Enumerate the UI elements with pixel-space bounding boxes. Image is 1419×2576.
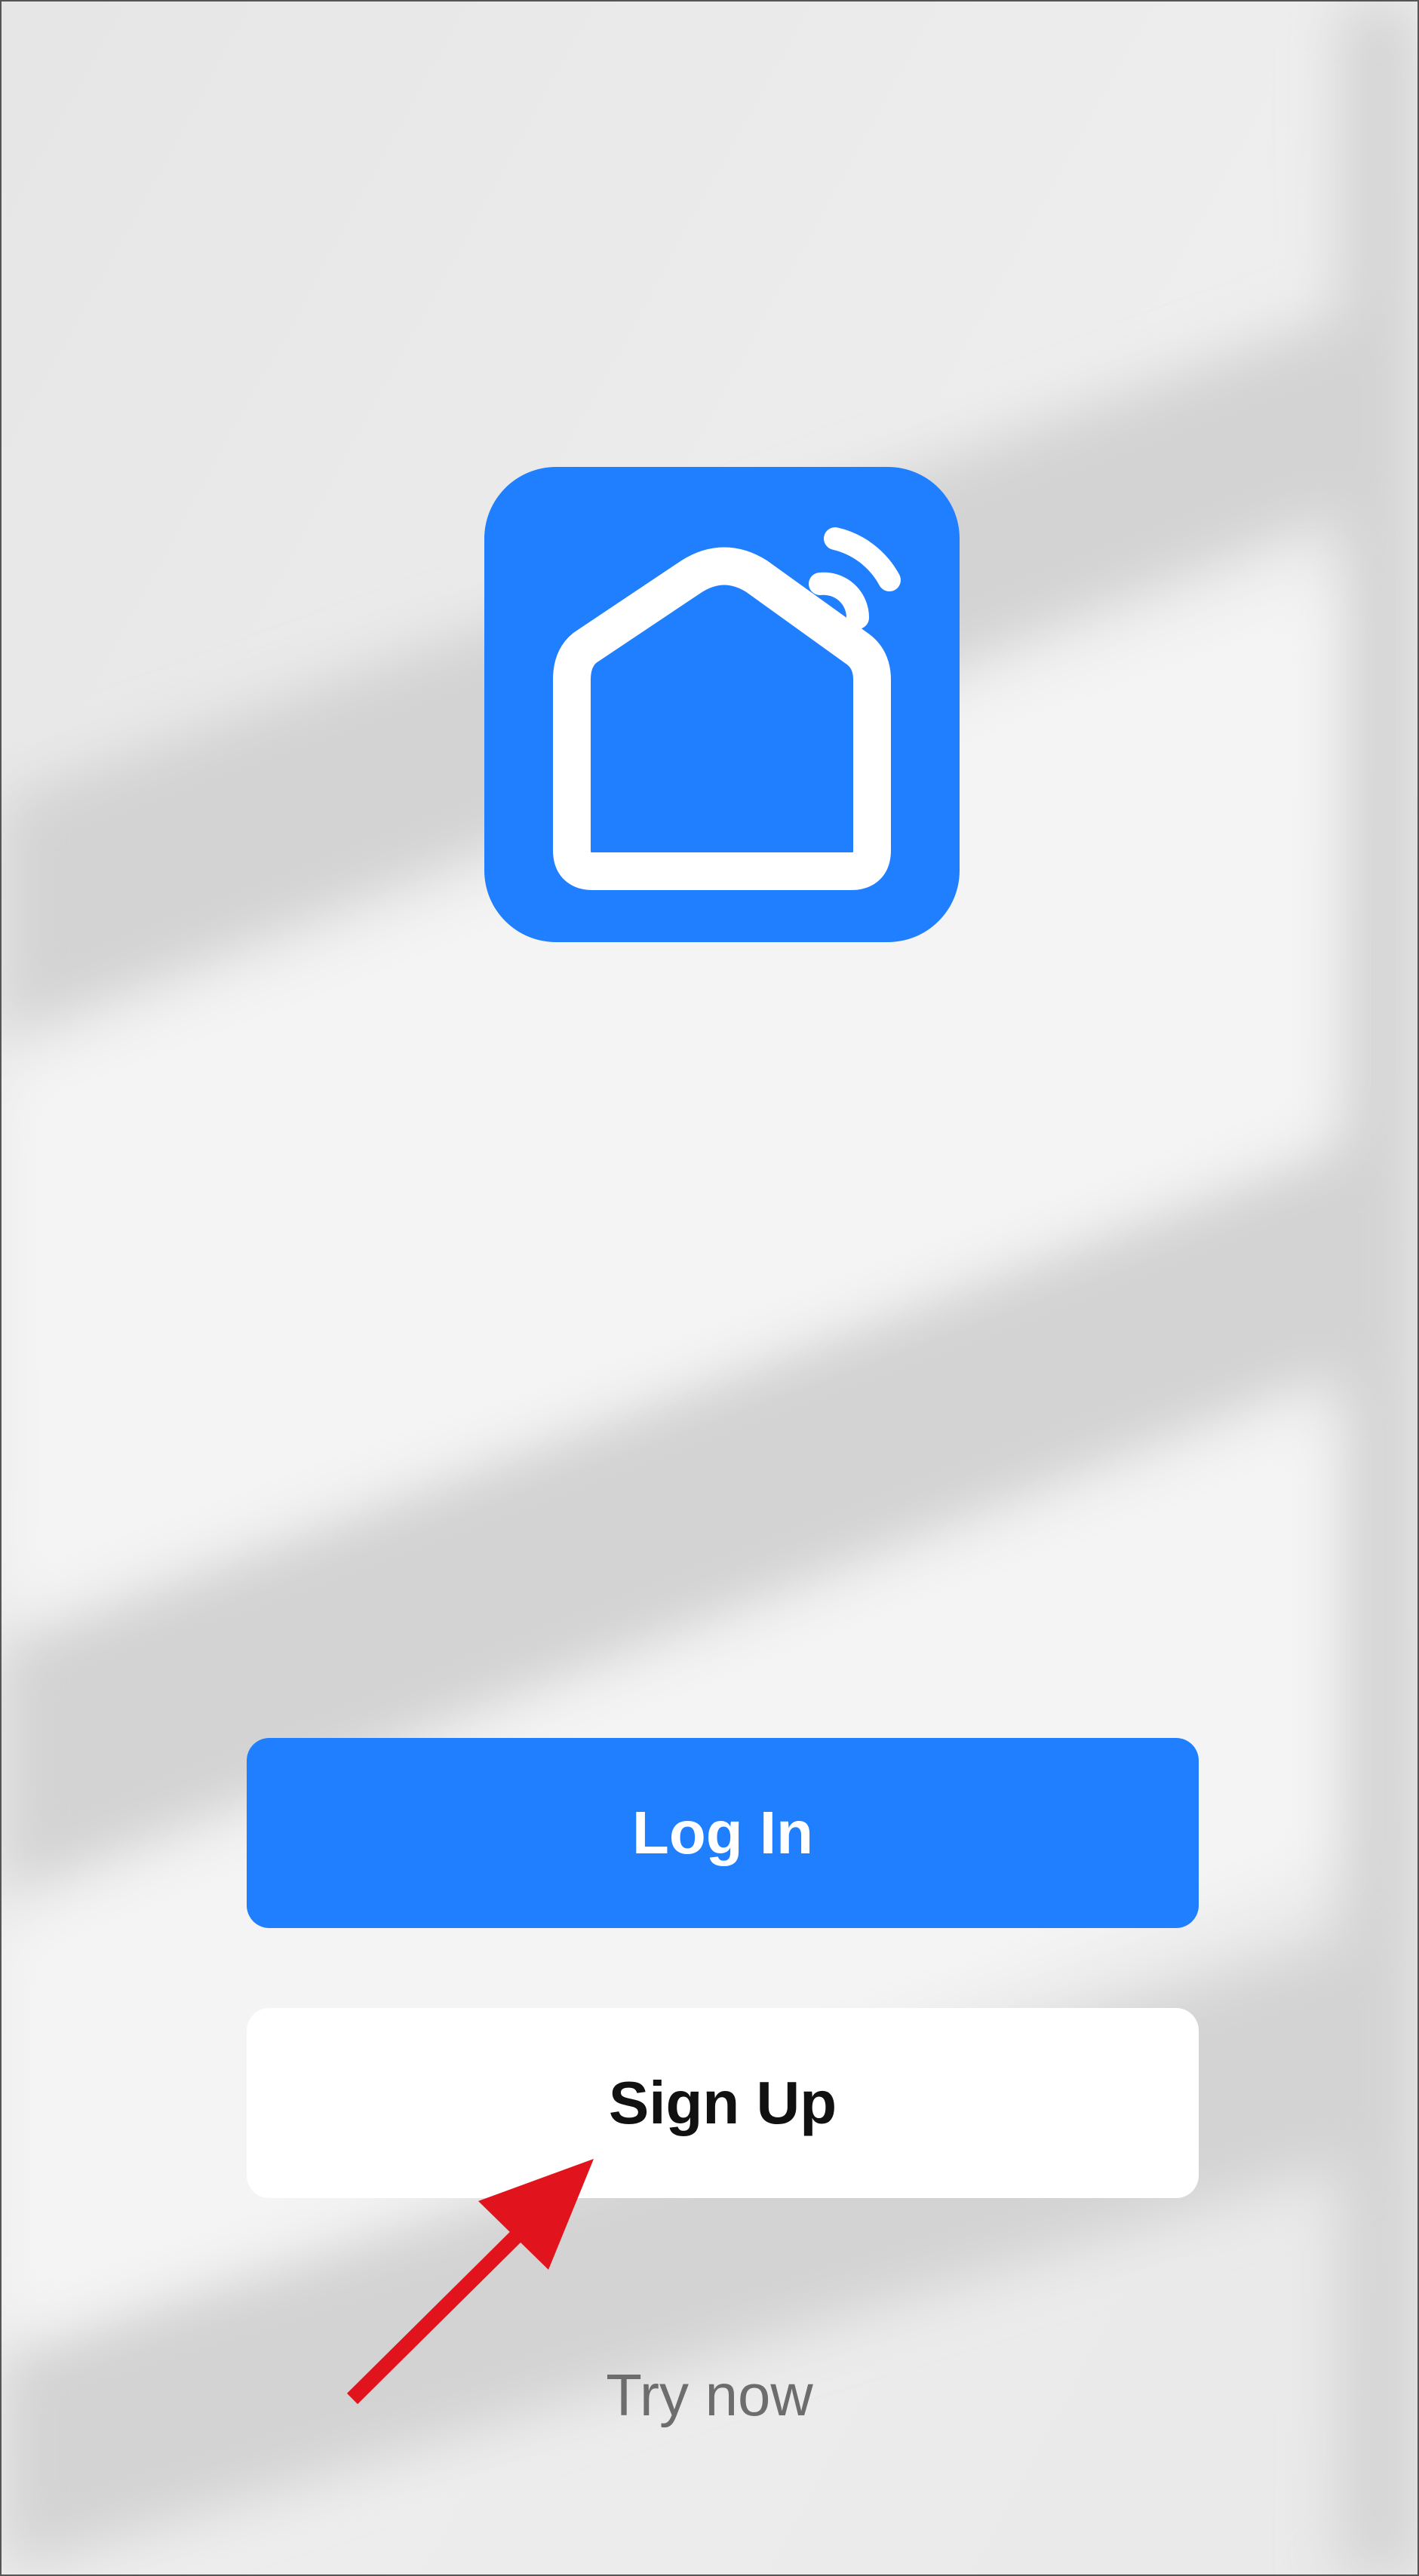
try-now-link[interactable]: Try now — [2, 2361, 1417, 2430]
welcome-screen: Log In Sign Up Try now — [0, 0, 1419, 2576]
smart-home-wifi-icon — [553, 527, 901, 890]
signup-button[interactable]: Sign Up — [247, 2008, 1199, 2198]
login-button[interactable]: Log In — [247, 1738, 1199, 1928]
app-logo — [484, 467, 960, 942]
